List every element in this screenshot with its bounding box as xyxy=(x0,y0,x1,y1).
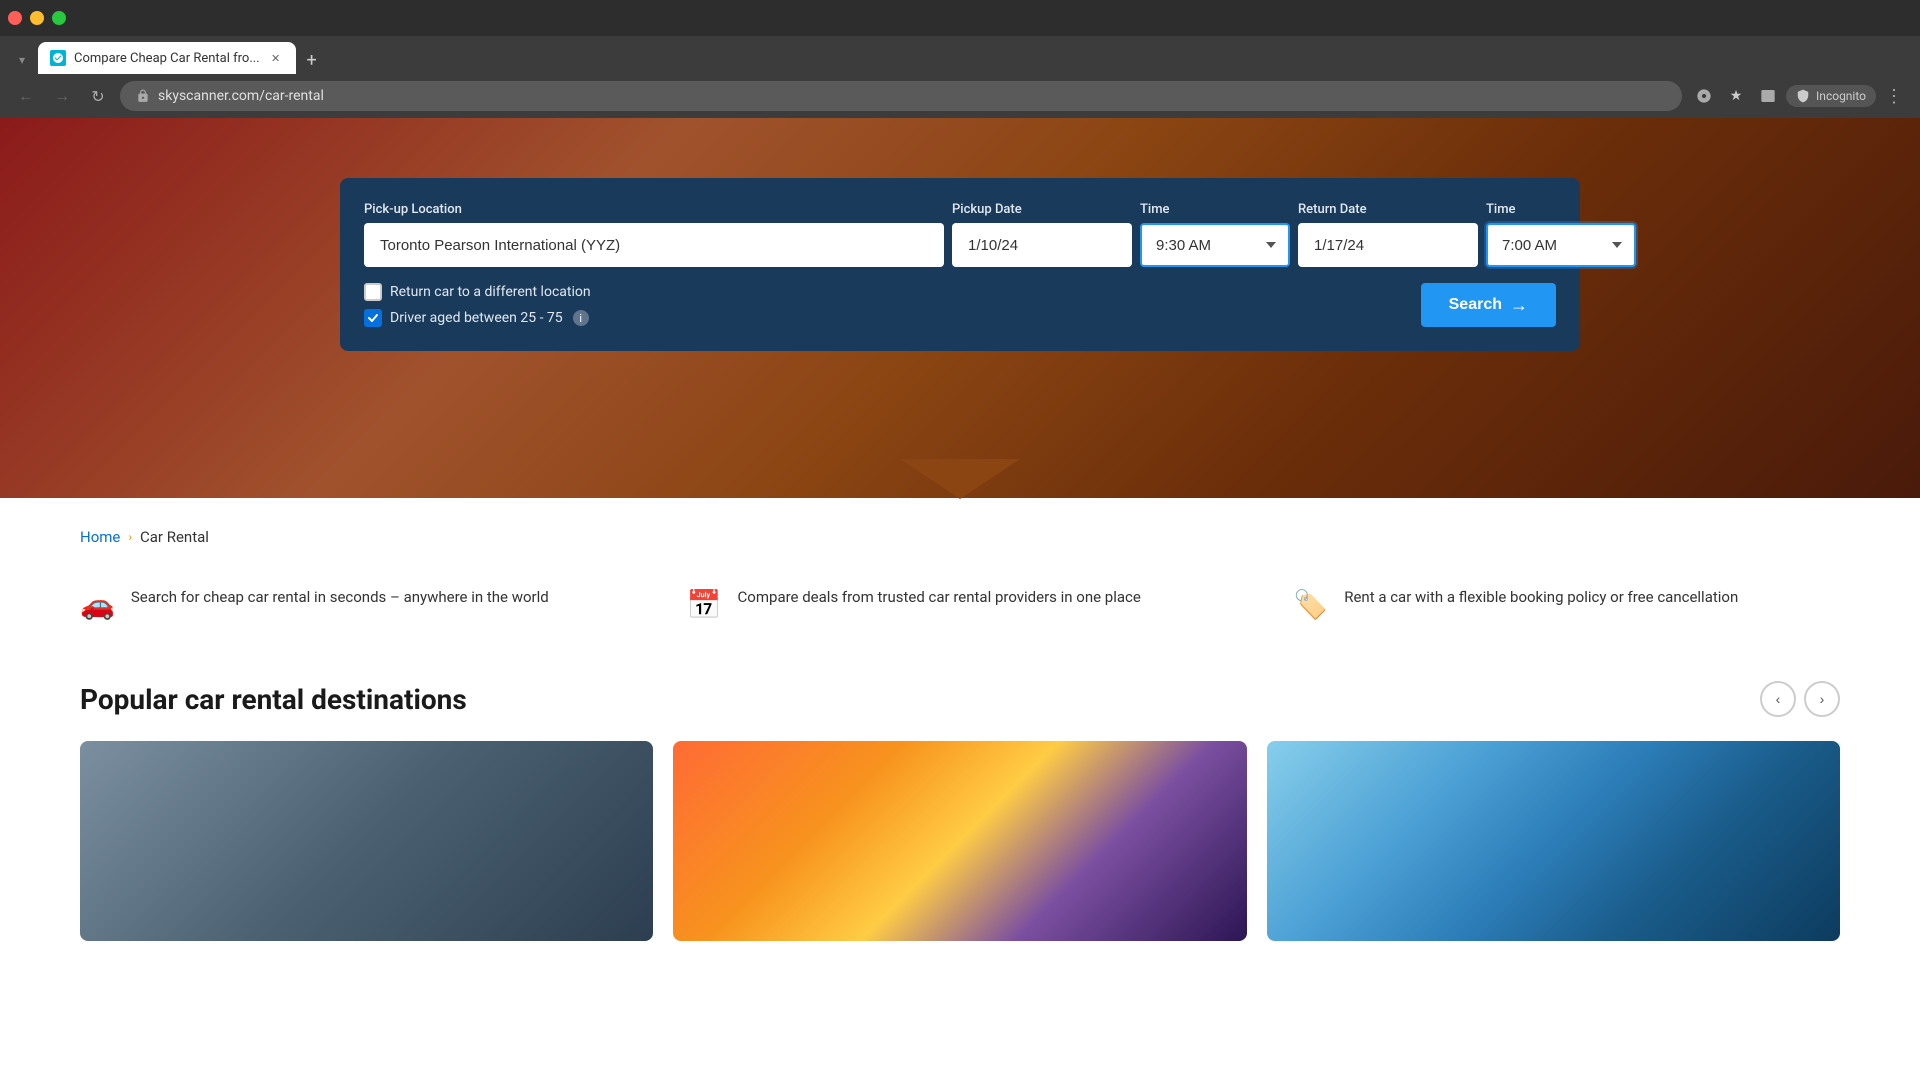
destination-card-3[interactable] xyxy=(1267,741,1840,941)
pickup-time-group: Time 9:30 AM 10:00 AM xyxy=(1140,202,1290,267)
tag-icon: 🏷️ xyxy=(1293,588,1328,621)
address-bar: ← → ↻ skyscanner.com/car-rental ★ Incogn… xyxy=(0,74,1920,118)
tab-bar: ▾ Compare Cheap Car Rental fro... ✕ + xyxy=(0,36,1920,74)
forward-button[interactable]: → xyxy=(48,82,76,110)
prev-arrow-button[interactable]: ‹ xyxy=(1760,681,1796,717)
return-time-select[interactable]: 7:00 AM 8:00 AM xyxy=(1486,223,1636,267)
breadcrumb-home-link[interactable]: Home xyxy=(80,528,120,546)
feature-item: 📅 Compare deals from trusted car rental … xyxy=(687,586,1234,621)
window-maximize-button[interactable]: + xyxy=(52,11,66,25)
car-icon: 🚗 xyxy=(80,588,115,621)
return-time-group: Time 7:00 AM 8:00 AM xyxy=(1486,202,1636,267)
address-input[interactable]: skyscanner.com/car-rental xyxy=(120,81,1682,111)
pickup-date-label: Pickup Date xyxy=(952,202,1132,217)
hero-section: Pick-up Location Pickup Date Time 9:30 A… xyxy=(0,118,1920,498)
arrow-right-icon: → xyxy=(1510,295,1528,316)
destination-card-1[interactable] xyxy=(80,741,653,941)
active-tab[interactable]: Compare Cheap Car Rental fro... ✕ xyxy=(38,42,296,74)
feature-text-1: Search for cheap car rental in seconds –… xyxy=(131,586,549,609)
breadcrumb: Home › Car Rental xyxy=(80,528,1840,546)
return-time-label: Time xyxy=(1486,202,1636,217)
incognito-label: Incognito xyxy=(1816,89,1866,103)
browser-actions: ★ Incognito ⋮ xyxy=(1690,82,1908,110)
return-different-location-label: Return car to a different location xyxy=(390,284,591,300)
url-text: skyscanner.com/car-rental xyxy=(158,88,324,104)
pickup-location-label: Pick-up Location xyxy=(364,202,944,217)
feature-text-2: Compare deals from trusted car rental pr… xyxy=(738,586,1141,609)
reload-button[interactable]: ↻ xyxy=(84,82,112,110)
nav-arrows: ‹ › xyxy=(1760,681,1840,717)
section-header: Popular car rental destinations ‹ › xyxy=(80,681,1840,717)
calendar-icon: 📅 xyxy=(687,588,722,621)
destination-card-2[interactable] xyxy=(673,741,1246,941)
options-row: Return car to a different location Drive… xyxy=(364,283,1556,327)
pickup-location-input[interactable] xyxy=(364,223,944,267)
back-button[interactable]: ← xyxy=(12,82,40,110)
camera-icon[interactable] xyxy=(1690,82,1718,110)
search-button-label: Search xyxy=(1449,296,1502,314)
destinations-grid xyxy=(80,741,1840,941)
popular-destinations-section: Popular car rental destinations ‹ › xyxy=(80,681,1840,941)
driver-age-checkbox[interactable] xyxy=(364,309,382,327)
return-different-location-row[interactable]: Return car to a different location xyxy=(364,283,591,301)
pickup-time-label: Time xyxy=(1140,202,1290,217)
return-date-label: Return Date xyxy=(1298,202,1478,217)
tab-scroll-left[interactable]: ▾ xyxy=(8,46,36,74)
feature-item: 🏷️ Rent a car with a flexible booking po… xyxy=(1293,586,1840,621)
search-fields-row: Pick-up Location Pickup Date Time 9:30 A… xyxy=(364,202,1556,267)
pickup-location-group: Pick-up Location xyxy=(364,202,944,267)
incognito-badge: Incognito xyxy=(1786,85,1876,107)
feature-item: 🚗 Search for cheap car rental in seconds… xyxy=(80,586,627,621)
menu-button[interactable]: ⋮ xyxy=(1880,82,1908,110)
features-section: 🚗 Search for cheap car rental in seconds… xyxy=(80,586,1840,621)
driver-age-row[interactable]: Driver aged between 25 - 75 i xyxy=(364,309,591,327)
breadcrumb-separator: › xyxy=(128,530,132,544)
return-date-group: Return Date xyxy=(1298,202,1478,267)
pickup-date-input[interactable] xyxy=(952,223,1132,267)
bookmark-icon[interactable]: ★ xyxy=(1722,82,1750,110)
tab-title: Compare Cheap Car Rental fro... xyxy=(74,51,260,66)
content-area: Home › Car Rental 🚗 Search for cheap car… xyxy=(0,498,1920,971)
pickup-date-group: Pickup Date xyxy=(952,202,1132,267)
tab-favicon xyxy=(50,50,66,66)
checkboxes-group: Return car to a different location Drive… xyxy=(364,283,591,327)
driver-age-label: Driver aged between 25 - 75 xyxy=(390,310,563,326)
tab-close-button[interactable]: ✕ xyxy=(268,50,284,66)
section-title: Popular car rental destinations xyxy=(80,683,467,716)
pickup-time-select[interactable]: 9:30 AM 10:00 AM xyxy=(1140,223,1290,267)
profile-icon[interactable] xyxy=(1754,82,1782,110)
search-button[interactable]: Search → xyxy=(1421,283,1556,327)
info-icon[interactable]: i xyxy=(573,310,589,326)
breadcrumb-current: Car Rental xyxy=(140,528,209,546)
new-tab-button[interactable]: + xyxy=(298,46,326,74)
browser-titlebar: ✕ − + xyxy=(0,0,1920,36)
return-date-input[interactable] xyxy=(1298,223,1478,267)
next-arrow-button[interactable]: › xyxy=(1804,681,1840,717)
return-different-location-checkbox[interactable] xyxy=(364,283,382,301)
search-widget: Pick-up Location Pickup Date Time 9:30 A… xyxy=(340,178,1580,351)
window-controls: ✕ − + xyxy=(8,11,66,25)
window-minimize-button[interactable]: − xyxy=(30,11,44,25)
feature-text-3: Rent a car with a flexible booking polic… xyxy=(1344,586,1738,609)
window-close-button[interactable]: ✕ xyxy=(8,11,22,25)
browser-chrome: ✕ − + ▾ Compare Cheap Car Rental fro... … xyxy=(0,0,1920,118)
